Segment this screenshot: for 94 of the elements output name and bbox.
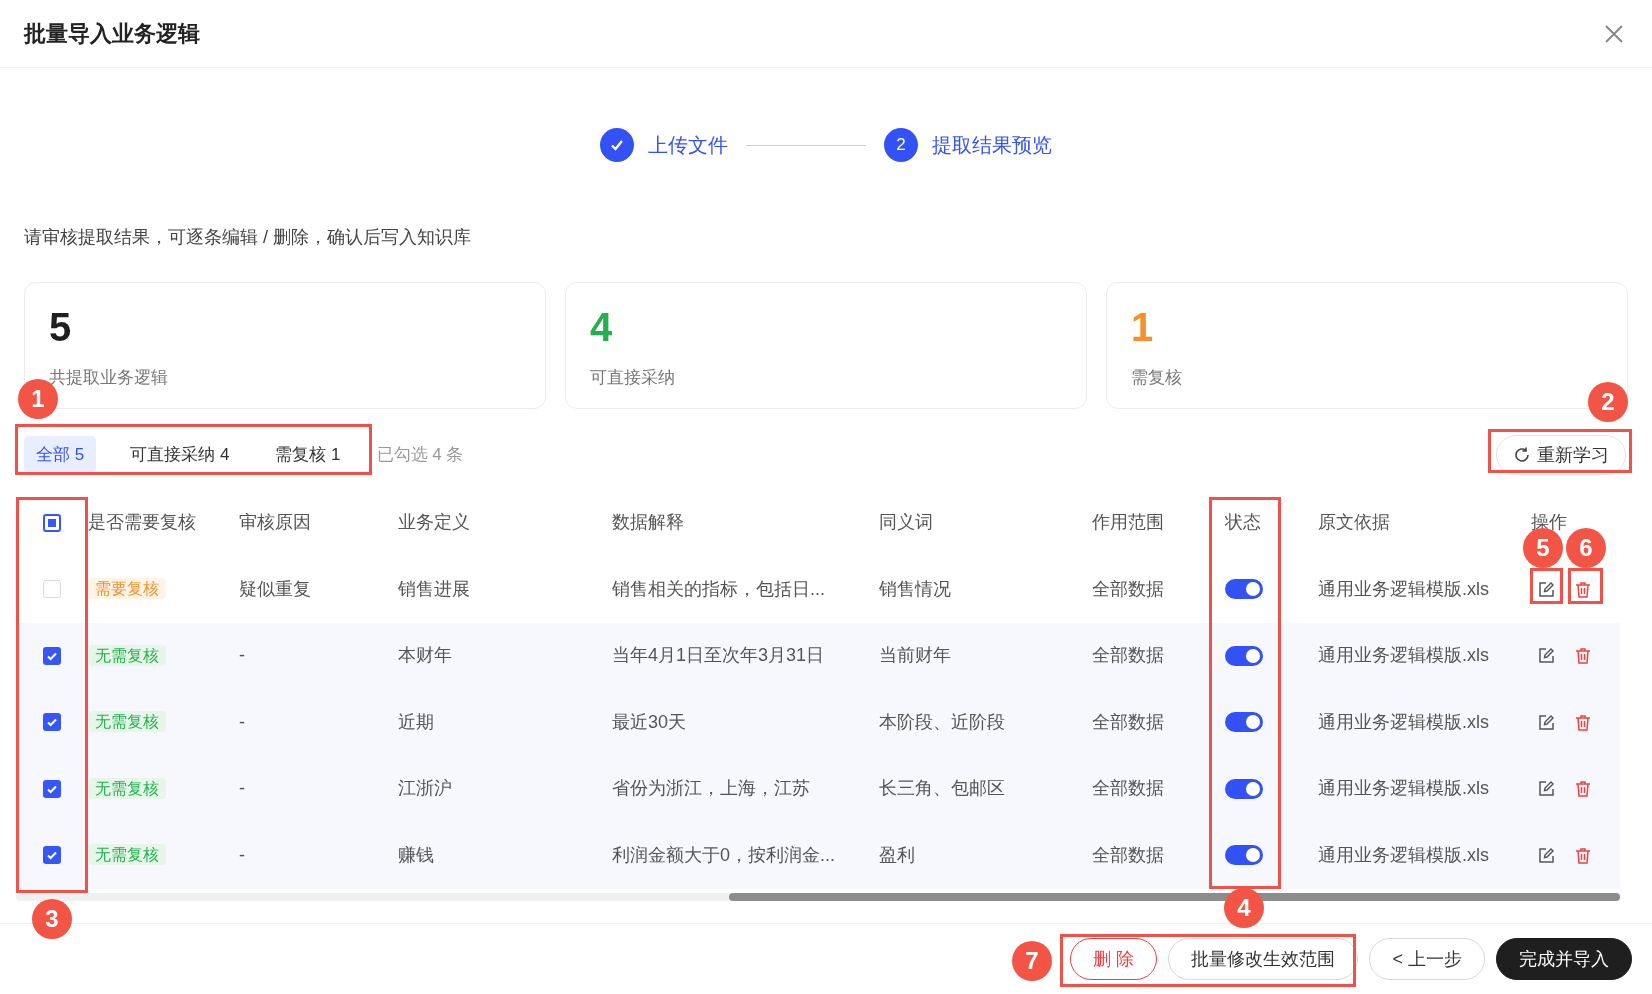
selection-count: 已勾选 4 条	[376, 444, 464, 467]
checkbox[interactable]	[43, 846, 61, 865]
table-cell: 通用业务逻辑模版.xls	[1318, 778, 1489, 799]
table-cell: 省份为浙江，上海，江苏	[612, 778, 810, 799]
edit-icon[interactable]	[1538, 580, 1555, 598]
table-cell: 通用业务逻辑模版.xls	[1318, 578, 1489, 599]
table-cell: 全部数据	[1092, 711, 1164, 732]
edit-icon[interactable]	[1538, 780, 1555, 798]
refresh-icon	[1513, 446, 1531, 464]
table-cell: -	[239, 778, 245, 799]
check-icon	[46, 716, 58, 729]
callout-number: 2	[1588, 382, 1628, 422]
stat-value: 1	[1131, 304, 1155, 351]
table-cell: 销售相关的指标，包括日...	[612, 578, 825, 599]
highlight-frame	[1530, 568, 1563, 604]
table-cell: 全部数据	[1092, 844, 1164, 865]
callout-number: 7	[1012, 941, 1052, 981]
table-cell: 通用业务逻辑模版.xls	[1318, 711, 1489, 732]
filter-tab[interactable]: 可直接采纳 4	[118, 436, 242, 474]
table-cell: 疑似重复	[239, 578, 311, 599]
table-cell: 通用业务逻辑模版.xls	[1318, 645, 1489, 666]
review-tag: 无需复核	[88, 711, 166, 733]
callout-number: 3	[32, 899, 72, 939]
table-cell: 销售进展	[398, 578, 470, 599]
status-toggle[interactable]	[1225, 778, 1263, 799]
table-cell: 赚钱	[398, 844, 434, 865]
footer-button[interactable]: < 上一步	[1369, 938, 1485, 980]
status-toggle[interactable]	[1225, 579, 1263, 600]
table-cell: -	[239, 645, 245, 666]
step-label: 提取结果预览	[932, 133, 1052, 158]
highlight-frame	[1568, 568, 1603, 604]
edit-icon[interactable]	[1538, 846, 1555, 864]
stat-label: 可直接采纳	[590, 367, 676, 389]
table-cell: 全部数据	[1092, 645, 1164, 666]
edit-icon[interactable]	[1538, 713, 1555, 731]
trash-icon[interactable]	[1575, 780, 1591, 798]
instruction-text: 请审核提取结果，可逐条编辑 / 删除，确认后写入知识库	[24, 226, 472, 249]
trash-icon[interactable]	[1575, 580, 1591, 598]
step-label: 上传文件	[648, 133, 728, 158]
trash-icon[interactable]	[1575, 647, 1591, 665]
stat-label: 需复核	[1131, 367, 1183, 389]
callout-number: 6	[1566, 528, 1606, 568]
table-cell: 销售情况	[879, 578, 951, 599]
checkbox[interactable]	[43, 779, 61, 798]
callout-number: 4	[1224, 888, 1264, 928]
table-cell: 利润金额大于0，按利润金...	[612, 844, 835, 865]
column-header: 业务定义	[398, 512, 470, 532]
dialog-title: 批量导入业务逻辑	[24, 20, 200, 48]
table-cell: 最近30天	[612, 711, 687, 732]
trash-icon[interactable]	[1575, 846, 1591, 864]
checkbox[interactable]	[43, 713, 61, 732]
footer-button[interactable]: 删 除	[1070, 938, 1158, 980]
table-cell: 当年4月1日至次年3月31日	[612, 645, 825, 666]
table-cell: 本阶段、近阶段	[879, 711, 1005, 732]
review-tag: 无需复核	[88, 777, 166, 799]
table-cell: 本财年	[398, 645, 452, 666]
review-tag: 需要复核	[88, 578, 166, 600]
check-icon	[46, 849, 58, 862]
table-cell: 长三角、包邮区	[879, 778, 1005, 799]
column-header: 审核原因	[239, 512, 311, 532]
column-header: 是否需要复核	[88, 512, 196, 532]
trash-icon[interactable]	[1575, 713, 1591, 731]
column-header: 同义词	[879, 512, 933, 532]
table-cell: 当前财年	[879, 645, 951, 666]
column-header: 原文依据	[1318, 512, 1390, 532]
step-number: 2	[884, 128, 918, 162]
stat-value: 5	[49, 304, 73, 351]
horizontal-scrollbar[interactable]	[16, 892, 1620, 901]
column-header: 数据解释	[612, 512, 684, 532]
status-toggle[interactable]	[1225, 645, 1263, 666]
review-tag: 无需复核	[88, 644, 166, 666]
status-toggle[interactable]	[1225, 845, 1263, 866]
table-cell: -	[239, 711, 245, 732]
close-icon[interactable]	[1604, 23, 1624, 44]
table-cell: 通用业务逻辑模版.xls	[1318, 844, 1489, 865]
stat-value: 4	[590, 304, 614, 351]
table-cell: 近期	[398, 711, 434, 732]
footer-button[interactable]: 完成并导入	[1496, 938, 1632, 980]
checkbox[interactable]	[43, 646, 61, 665]
table-cell: 全部数据	[1092, 578, 1164, 599]
select-all-checkbox[interactable]	[43, 513, 61, 532]
table-cell: 全部数据	[1092, 778, 1164, 799]
footer-button[interactable]: 批量修改生效范围	[1168, 938, 1359, 980]
column-header: 状态	[1225, 512, 1261, 532]
filter-tab[interactable]: 全部 5	[24, 436, 97, 474]
column-header: 作用范围	[1092, 512, 1164, 532]
filter-tab[interactable]: 需复核 1	[263, 436, 353, 474]
table-cell: -	[239, 844, 245, 865]
edit-icon[interactable]	[1538, 647, 1555, 665]
review-tag: 无需复核	[88, 844, 166, 866]
status-toggle[interactable]	[1225, 712, 1263, 733]
table-cell: 盈利	[879, 844, 915, 865]
table-cell: 江浙沪	[398, 778, 452, 799]
checkbox[interactable]	[43, 580, 61, 599]
